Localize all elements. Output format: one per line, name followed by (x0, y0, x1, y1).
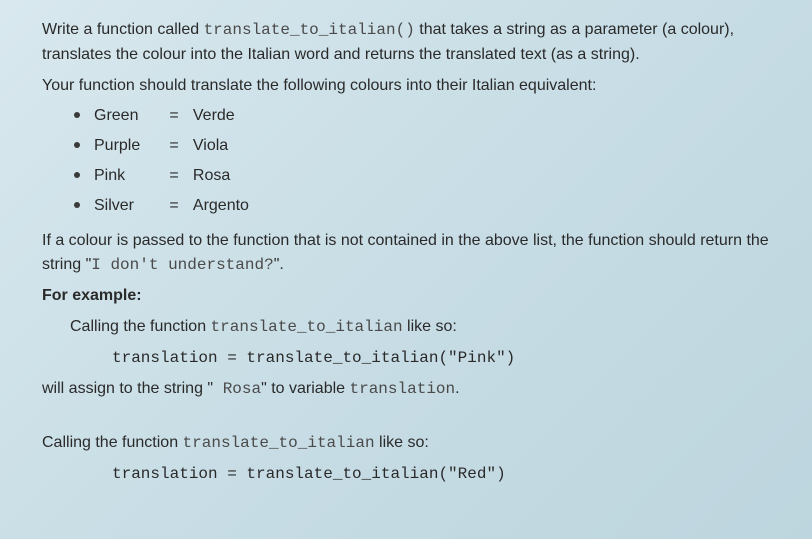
example2-call: Calling the function translate_to_italia… (42, 431, 784, 456)
result-mid: " to variable (261, 380, 349, 397)
fallback-post: ". (274, 256, 284, 273)
function-name: translate_to_italian (211, 318, 403, 336)
result-var: translation (350, 380, 456, 398)
colour-it: Verde (193, 107, 235, 124)
call-pre: Calling the function (42, 434, 183, 451)
call-post: like so: (375, 434, 429, 451)
colour-en: Green (94, 104, 164, 129)
fallback-paragraph: If a colour is passed to the function th… (42, 229, 784, 279)
call-pre: Calling the function (70, 318, 211, 335)
list-item: Silver= Argento (72, 194, 784, 219)
result-code: Rosa (213, 380, 261, 398)
intro-paragraph: Write a function called translate_to_ita… (42, 18, 784, 68)
example2-code: translation = translate_to_italian("Red"… (42, 462, 784, 487)
example-heading: For example: (42, 284, 784, 309)
example1-call: Calling the function translate_to_italia… (42, 315, 784, 340)
function-signature: translate_to_italian() (204, 21, 415, 39)
list-item: Green= Verde (72, 104, 784, 129)
example1-code: translation = translate_to_italian("Pink… (42, 346, 784, 371)
colour-en: Pink (94, 164, 164, 189)
result-post: . (455, 380, 459, 397)
equals: = (164, 134, 184, 159)
function-name: translate_to_italian (183, 434, 375, 452)
colour-en: Purple (94, 134, 164, 159)
fallback-code: I don't understand? (91, 256, 273, 274)
translate-list-intro: Your function should translate the follo… (42, 74, 784, 99)
colour-list: Green= Verde Purple= Viola Pink= Rosa Si… (42, 104, 784, 218)
list-item: Purple= Viola (72, 134, 784, 159)
colour-it: Argento (193, 197, 249, 214)
colour-it: Viola (193, 137, 228, 154)
call-post: like so: (403, 318, 457, 335)
equals: = (164, 194, 184, 219)
intro-text-pre: Write a function called (42, 21, 204, 38)
colour-it: Rosa (193, 167, 230, 184)
equals: = (164, 104, 184, 129)
colour-en: Silver (94, 194, 164, 219)
equals: = (164, 164, 184, 189)
list-item: Pink= Rosa (72, 164, 784, 189)
result-pre: will assign to the string " (42, 380, 213, 397)
example1-result: will assign to the string " Rosa" to var… (42, 377, 784, 402)
